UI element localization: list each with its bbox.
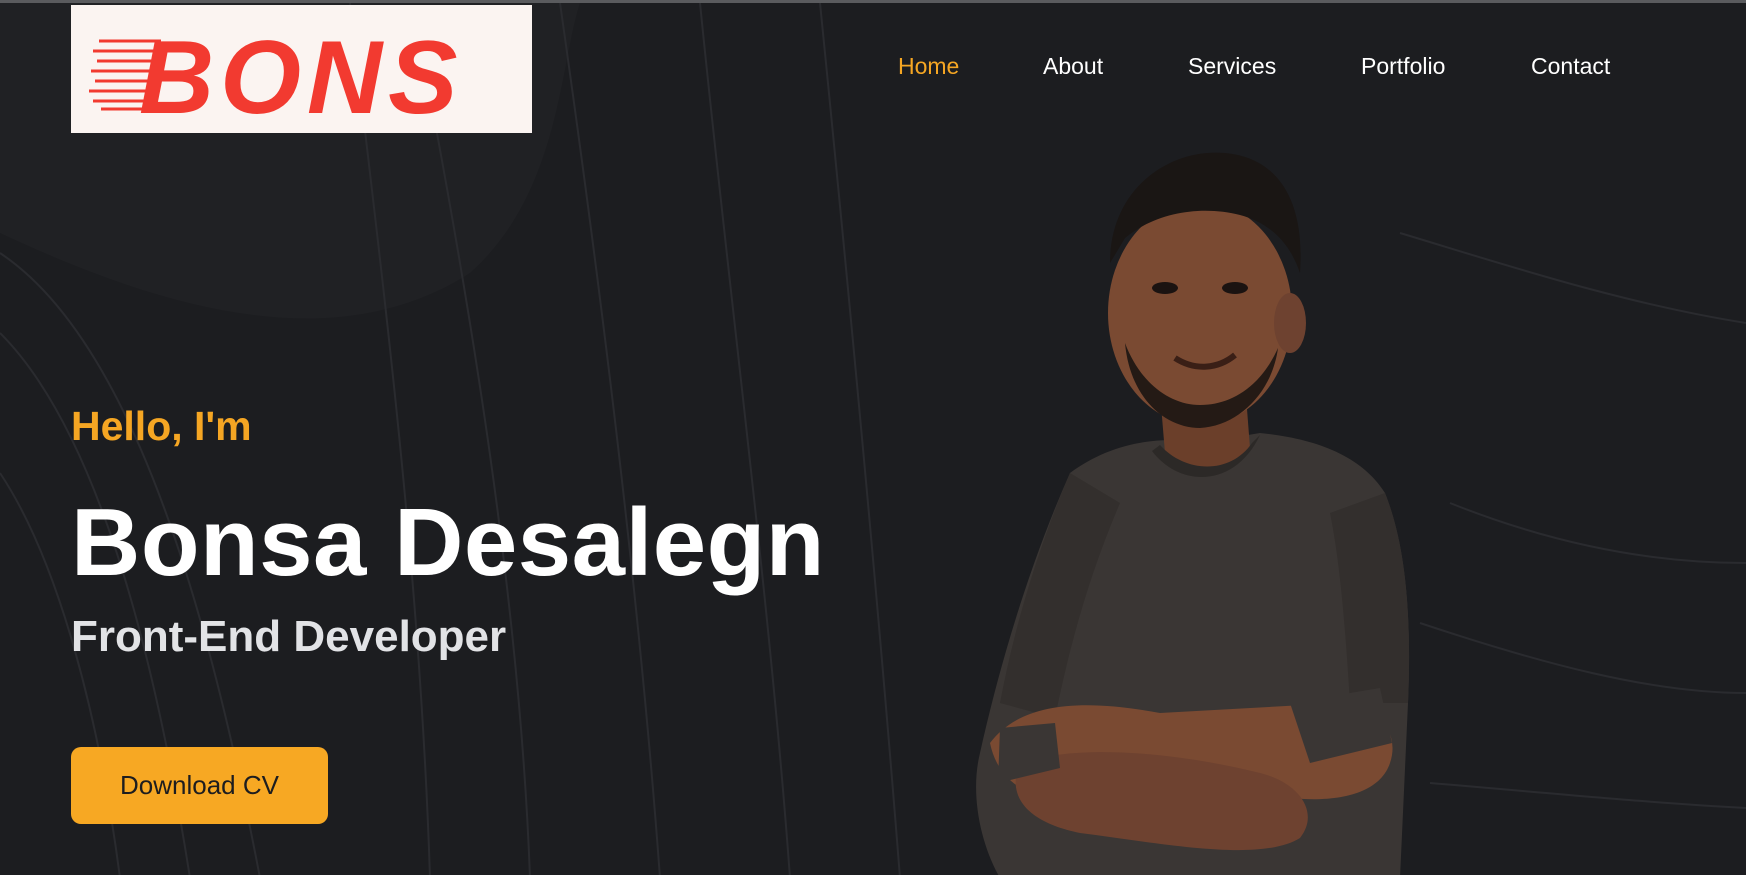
download-cv-button[interactable]: Download CV bbox=[71, 747, 328, 824]
background-pattern bbox=[0, 3, 1746, 875]
hero-role: Front-End Developer bbox=[71, 612, 507, 661]
developer-portrait-image bbox=[976, 152, 1410, 875]
nav-about[interactable]: About bbox=[1043, 49, 1103, 83]
main-nav: Home About Services Portfolio Contact bbox=[0, 49, 1746, 83]
nav-portfolio[interactable]: Portfolio bbox=[1361, 49, 1445, 83]
hero-name: Bonsa Desalegn bbox=[71, 489, 825, 596]
nav-contact[interactable]: Contact bbox=[1531, 49, 1610, 83]
page: BONS Home About Services Portfolio Conta… bbox=[0, 0, 1746, 875]
hero-greeting: Hello, I'm bbox=[71, 403, 252, 449]
nav-services[interactable]: Services bbox=[1188, 49, 1276, 83]
nav-home[interactable]: Home bbox=[898, 49, 959, 83]
